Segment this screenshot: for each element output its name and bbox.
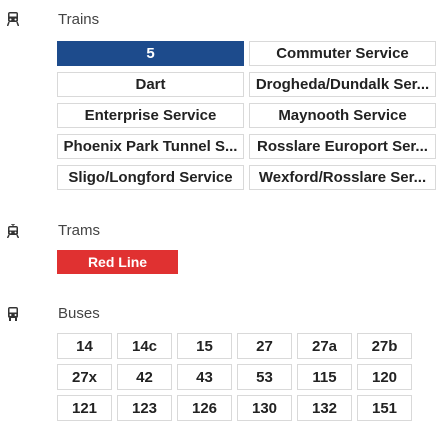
train-route-chip[interactable]: 5 [57,41,244,66]
bus-route-label: 43 [196,368,213,386]
bus-route-label: 132 [311,399,338,417]
bus-route-label: 27 [256,337,273,355]
trains-title: Trains [58,11,100,28]
bus-route-label: 123 [131,399,158,417]
bus-route-label: 14 [76,337,93,355]
tram-line-chip[interactable]: Red Line [57,250,178,274]
train-route-label: Commuter Service [276,45,409,62]
bus-route-chip[interactable]: 151 [357,395,412,421]
bus-route-chip[interactable]: 14c [117,333,172,359]
train-route-chip[interactable]: Maynooth Service [249,103,436,128]
bus-route-label: 27x [71,368,98,386]
bus-route-chip[interactable]: 132 [297,395,352,421]
bus-route-chip[interactable]: 53 [237,364,292,390]
bus-route-chip[interactable]: 115 [297,364,352,390]
bus-route-chip[interactable]: 15 [177,333,232,359]
bus-route-label: 53 [256,368,273,386]
bus-route-chip[interactable]: 14 [57,333,112,359]
train-route-chip[interactable]: Dart [57,72,244,97]
bus-route-chip[interactable]: 27a [297,333,352,359]
tram-line-label: Red Line [87,254,148,270]
train-route-chip[interactable]: Wexford/Rosslare Ser... [249,165,436,190]
train-route-label: Phoenix Park Tunnel S... [63,138,238,155]
train-route-chip[interactable]: Phoenix Park Tunnel S... [57,134,244,159]
bus-route-chip[interactable]: 27x [57,364,112,390]
bus-route-label: 151 [371,399,398,417]
train-route-chip[interactable]: Drogheda/Dundalk Ser... [249,72,436,97]
train-route-label: Rosslare Europort Ser... [257,138,428,155]
bus-route-label: 126 [191,399,218,417]
bus-route-label: 130 [251,399,278,417]
train-route-label: Dart [135,76,166,93]
bus-icon [8,307,18,321]
bus-route-label: 42 [136,368,153,386]
bus-route-label: 15 [196,337,213,355]
train-icon [7,12,19,26]
bus-route-chip[interactable]: 27b [357,333,412,359]
buses-title: Buses [58,305,100,322]
bus-route-chip[interactable]: 27 [237,333,292,359]
bus-route-chip[interactable]: 121 [57,395,112,421]
bus-route-label: 115 [312,368,337,386]
bus-route-chip[interactable]: 42 [117,364,172,390]
train-route-chip[interactable]: Enterprise Service [57,103,244,128]
train-route-label: Wexford/Rosslare Ser... [258,169,427,186]
bus-route-label: 27b [371,337,398,355]
train-route-chip[interactable]: Commuter Service [249,41,436,66]
train-route-label: 5 [146,45,155,62]
bus-route-chip[interactable]: 123 [117,395,172,421]
bus-route-label: 121 [71,399,98,417]
train-route-label: Drogheda/Dundalk Ser... [255,76,430,93]
bus-route-label: 120 [371,368,398,386]
train-route-chip[interactable]: Rosslare Europort Ser... [249,134,436,159]
bus-route-chip[interactable]: 43 [177,364,232,390]
bus-route-chip[interactable]: 126 [177,395,232,421]
trams-title: Trams [58,222,100,239]
bus-route-chip[interactable]: 130 [237,395,292,421]
bus-route-chip[interactable]: 120 [357,364,412,390]
train-route-label: Maynooth Service [278,107,407,124]
bus-route-label: 27a [311,337,338,355]
train-route-label: Sligo/Longford Service [68,169,233,186]
train-route-chip[interactable]: Sligo/Longford Service [57,165,244,190]
bus-route-label: 14c [131,337,158,355]
tram-icon [7,224,19,238]
train-route-label: Enterprise Service [84,107,217,124]
